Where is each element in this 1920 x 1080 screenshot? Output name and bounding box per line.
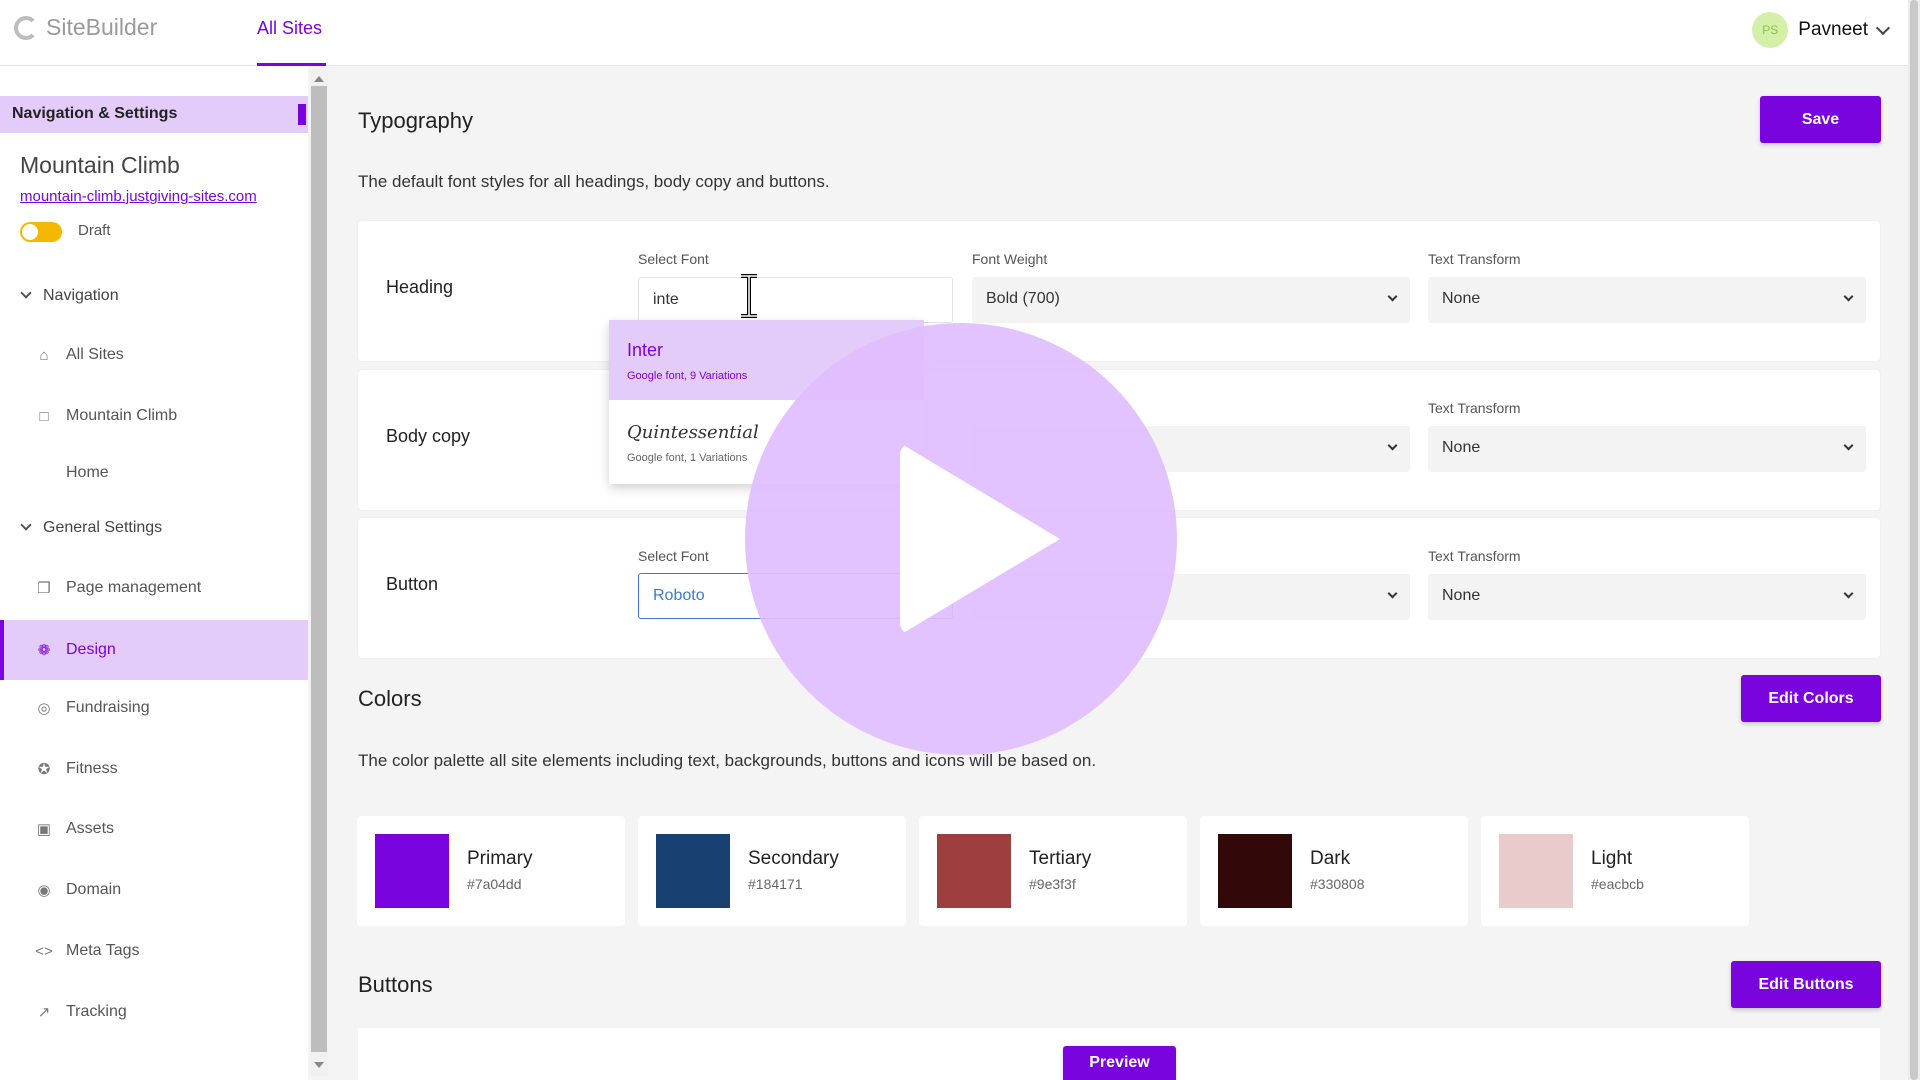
- publish-toggle[interactable]: [20, 222, 62, 242]
- chevron-down-icon: [1843, 440, 1854, 451]
- page-scrollbar-thumb[interactable]: [1910, 0, 1918, 1080]
- sidebar-item-page-management[interactable]: ❐ Page management: [0, 568, 308, 608]
- font-weight-label: Font Weight: [972, 251, 1048, 267]
- pages-icon: ❐: [37, 580, 51, 597]
- colors-title: Colors: [358, 686, 422, 711]
- text-transform-label: Text Transform: [1428, 400, 1521, 416]
- color-swatch-light[interactable]: Light #eacbcb: [1481, 816, 1749, 926]
- color-swatch-secondary[interactable]: Secondary #184171: [638, 816, 906, 926]
- status-label: Draft: [78, 222, 111, 239]
- chevron-down-icon: [1387, 588, 1398, 599]
- chevron-down-icon: [20, 287, 32, 299]
- sidebar-item-design[interactable]: ❁ Design: [0, 620, 308, 680]
- text-transform-label: Text Transform: [1428, 548, 1521, 564]
- preview-button[interactable]: Preview: [1063, 1046, 1176, 1080]
- chevron-down-icon: [1387, 291, 1398, 302]
- text-transform-label: Text Transform: [1428, 251, 1521, 267]
- color-swatch-dark[interactable]: Dark #330808: [1200, 816, 1468, 926]
- palette-icon: ❁: [37, 642, 51, 659]
- sidebar-scrollbar-thumb[interactable]: [311, 86, 327, 1052]
- text-cursor-icon: [741, 274, 757, 318]
- sidebar-header: Navigation & Settings: [0, 96, 308, 133]
- section-navigation[interactable]: Navigation: [0, 282, 308, 312]
- row-label-button: Button: [386, 574, 439, 594]
- select-font-label: Select Font: [638, 548, 709, 564]
- site-title: Mountain Climb: [20, 152, 180, 178]
- app-name: SiteBuilder: [46, 14, 158, 40]
- color-swatch-tertiary[interactable]: Tertiary #9e3f3f: [919, 816, 1187, 926]
- heading-font-input[interactable]: inte: [638, 277, 953, 323]
- sidebar-item-meta-tags[interactable]: <> Meta Tags: [0, 931, 308, 971]
- sidebar-item-home[interactable]: Home: [0, 453, 308, 493]
- typography-title: Typography: [358, 108, 473, 133]
- code-icon: <>: [35, 942, 53, 960]
- swatch-color: [375, 834, 449, 908]
- sidebar-item-assets[interactable]: ▣ Assets: [0, 809, 308, 849]
- scroll-up-icon[interactable]: [314, 76, 324, 82]
- sidebar-item-fundraising[interactable]: ◎ Fundraising: [0, 688, 308, 728]
- scroll-down-icon[interactable]: [314, 1062, 324, 1068]
- select-font-label: Select Font: [638, 251, 709, 267]
- tab-all-sites[interactable]: All Sites: [257, 18, 322, 39]
- sidebar-header-marker: [298, 104, 306, 125]
- play-icon: [900, 443, 1060, 635]
- sidebar-item-fitness[interactable]: ✪ Fitness: [0, 749, 308, 789]
- heading-weight-select[interactable]: Bold (700): [972, 277, 1410, 323]
- sidebar-item-domain[interactable]: ◉ Domain: [0, 870, 308, 910]
- row-label-heading: Heading: [386, 277, 454, 297]
- chevron-down-icon: [1875, 20, 1891, 35]
- body-transform-select[interactable]: None: [1428, 426, 1866, 472]
- chevron-down-icon: [1387, 440, 1398, 451]
- app-logo[interactable]: SiteBuilder: [14, 14, 157, 41]
- edit-colors-button[interactable]: Edit Colors: [1741, 675, 1881, 722]
- buttons-title: Buttons: [358, 972, 433, 997]
- section-general-settings[interactable]: General Settings: [0, 514, 308, 544]
- sidebar-item-tracking[interactable]: ↗ Tracking: [0, 992, 308, 1032]
- edit-buttons-button[interactable]: Edit Buttons: [1731, 961, 1881, 1008]
- user-name: Pavneet: [1798, 19, 1868, 40]
- top-bar: SiteBuilder All Sites PS Pavneet: [0, 0, 1908, 66]
- user-menu[interactable]: PS Pavneet: [1752, 12, 1891, 48]
- trend-icon: ↗: [37, 1004, 51, 1021]
- chevron-down-icon: [1843, 291, 1854, 302]
- avatar: PS: [1752, 12, 1789, 48]
- site-url-link[interactable]: mountain-climb.justgiving-sites.com: [20, 188, 257, 205]
- color-swatch-primary[interactable]: Primary #7a04dd: [357, 816, 625, 926]
- sidebar-item-all-sites[interactable]: ⌂ All Sites: [0, 335, 308, 375]
- chevron-down-icon: [1843, 588, 1854, 599]
- toggle-knob: [22, 224, 38, 240]
- swatch-color: [937, 834, 1011, 908]
- sidebar-header-label: Navigation & Settings: [12, 105, 178, 122]
- chevron-down-icon: [20, 519, 32, 531]
- typography-description: The default font styles for all headings…: [358, 172, 830, 191]
- globe-icon: ◉: [37, 882, 51, 899]
- sidebar: Navigation & Settings Mountain Climb mou…: [0, 66, 308, 1080]
- swatch-color: [656, 834, 730, 908]
- row-label-body-copy: Body copy: [386, 426, 471, 446]
- file-icon: □: [39, 407, 49, 425]
- heading-transform-select[interactable]: None: [1428, 277, 1866, 323]
- swatch-color: [1218, 834, 1292, 908]
- heading-card: Heading Select Font inte Font Weight Bol…: [358, 221, 1880, 361]
- button-transform-select[interactable]: None: [1428, 574, 1866, 620]
- home-icon: ⌂: [39, 346, 49, 364]
- sidebar-item-mountain-climb[interactable]: □ Mountain Climb: [0, 396, 308, 436]
- runner-icon: ✪: [37, 761, 51, 778]
- image-icon: ▣: [36, 821, 52, 838]
- page-scrollbar[interactable]: [1908, 0, 1920, 1080]
- video-play-overlay[interactable]: [745, 323, 1177, 755]
- logo-icon: [14, 15, 38, 40]
- swatch-color: [1499, 834, 1573, 908]
- colors-description: The color palette all site elements incl…: [358, 751, 1097, 770]
- save-button[interactable]: Save: [1760, 96, 1881, 143]
- coin-icon: ◎: [37, 700, 51, 717]
